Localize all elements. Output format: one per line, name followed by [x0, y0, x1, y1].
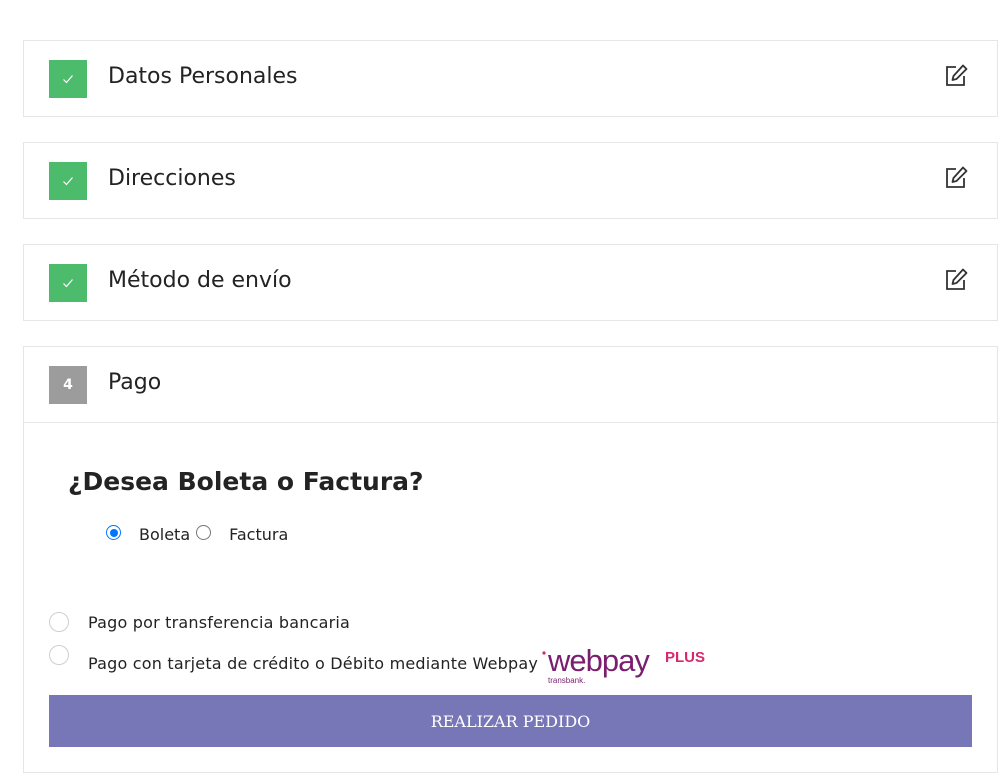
step-title: Direcciones	[108, 166, 236, 191]
check-icon	[63, 75, 73, 84]
step-header: 4 Pago	[24, 347, 997, 423]
step-title: Datos Personales	[108, 64, 298, 89]
step-header[interactable]: Direcciones	[24, 143, 997, 218]
step-header[interactable]: Datos Personales	[24, 41, 997, 116]
webpay-logo-plus: PLUS	[665, 649, 705, 666]
step-complete-badge	[49, 162, 87, 200]
checkout-step-personal-data: Datos Personales	[23, 40, 998, 117]
check-icon	[63, 177, 73, 186]
webpay-logo-sub: transbank.	[548, 676, 585, 685]
step-complete-badge	[49, 60, 87, 98]
webpay-logo-text: webpay	[547, 643, 650, 678]
step-complete-badge	[49, 264, 87, 302]
edit-icon[interactable]	[943, 165, 969, 191]
step-title: Pago	[108, 370, 162, 395]
place-order-button[interactable]: REALIZAR PEDIDO	[49, 695, 972, 747]
check-icon	[63, 279, 73, 288]
webpay-plus-logo: webpay PLUS transbank.	[542, 643, 705, 685]
checkout-step-addresses: Direcciones	[23, 142, 998, 219]
edit-icon[interactable]	[943, 63, 969, 89]
document-type-options: Boleta Factura	[106, 523, 294, 544]
factura-label[interactable]: Factura	[229, 525, 288, 544]
webpay-radio[interactable]	[49, 645, 69, 665]
factura-radio[interactable]	[196, 525, 212, 540]
step-header[interactable]: Método de envío	[24, 245, 997, 320]
bank-transfer-label[interactable]: Pago por transferencia bancaria	[88, 613, 350, 632]
checkout-step-shipping: Método de envío	[23, 244, 998, 321]
invoice-question: ¿Desea Boleta o Factura?	[68, 467, 424, 496]
step-title: Método de envío	[108, 268, 292, 293]
boleta-radio[interactable]	[106, 525, 121, 540]
boleta-label[interactable]: Boleta	[139, 525, 190, 544]
webpay-label[interactable]: Pago con tarjeta de crédito o Débito med…	[88, 654, 538, 673]
checkout-step-payment: 4 Pago ¿Desea Boleta o Factura? Boleta F…	[23, 346, 998, 773]
step-number-badge: 4	[49, 366, 87, 404]
edit-icon[interactable]	[943, 267, 969, 293]
bank-transfer-radio[interactable]	[49, 612, 69, 632]
